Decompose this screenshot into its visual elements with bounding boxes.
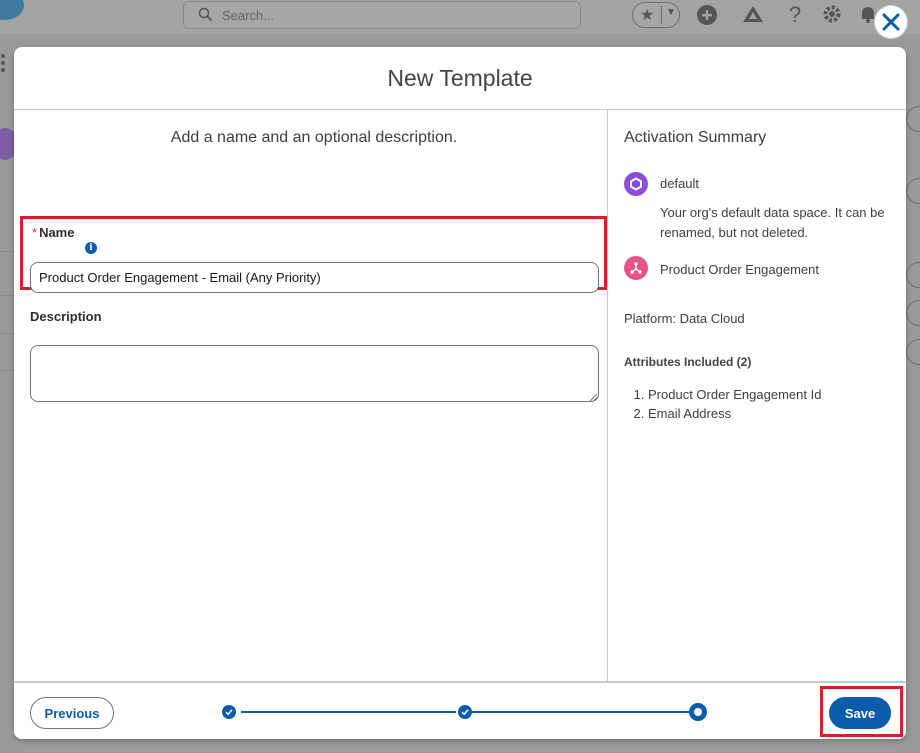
progress-line xyxy=(472,711,690,713)
chevron-down-icon: ▼ xyxy=(666,7,676,18)
app-header: Search... ★ ▼ ? xyxy=(0,0,920,34)
check-icon xyxy=(461,709,469,716)
gear-icon[interactable] xyxy=(822,4,842,24)
add-icon[interactable] xyxy=(696,4,718,26)
modal-header: New Template xyxy=(14,47,906,110)
new-template-modal: New Template Add a name and an optional … xyxy=(14,47,906,739)
name-label: * Name xyxy=(32,225,75,240)
data-space-name: default xyxy=(660,176,700,191)
data-model-icon xyxy=(624,256,648,280)
trailhead-icon[interactable] xyxy=(742,4,764,26)
close-icon xyxy=(882,13,900,31)
list-item: Email Address xyxy=(648,404,821,423)
description-input[interactable] xyxy=(30,345,599,402)
attributes-title: Attributes Included (2) xyxy=(624,355,752,369)
search-icon xyxy=(198,7,212,21)
name-input[interactable] xyxy=(30,262,599,293)
salesforce-logo xyxy=(0,0,24,20)
platform-label: Platform: Data Cloud xyxy=(624,311,745,326)
search-placeholder: Search... xyxy=(222,8,275,23)
data-space-description: Your org's default data space. It can be… xyxy=(660,205,885,240)
modal-title: New Template xyxy=(387,64,533,91)
step-1-complete[interactable] xyxy=(222,705,236,719)
resize-handle-icon[interactable] xyxy=(589,393,597,401)
previous-button[interactable]: Previous xyxy=(30,697,114,729)
close-modal-button[interactable] xyxy=(875,6,907,38)
favorites-button[interactable]: ★ ▼ xyxy=(632,2,680,28)
app-launcher-icon xyxy=(1,54,5,75)
template-form: Add a name and an optional description. … xyxy=(14,110,608,681)
list-item: Product Order Engagement Id xyxy=(648,385,821,404)
attributes-list: Product Order Engagement Id Email Addres… xyxy=(624,385,821,423)
progress-line xyxy=(241,711,456,713)
help-icon[interactable]: ? xyxy=(789,2,801,28)
info-icon[interactable]: i xyxy=(85,242,97,254)
save-button[interactable]: Save xyxy=(829,697,891,729)
activation-summary: Activation Summary default Your org's de… xyxy=(608,110,906,681)
data-space-icon xyxy=(624,172,648,196)
summary-title: Activation Summary xyxy=(624,129,767,146)
global-search[interactable]: Search... xyxy=(183,1,581,29)
description-label: Description xyxy=(30,309,102,324)
step-3-current[interactable] xyxy=(689,703,707,721)
required-marker: * xyxy=(32,225,38,240)
data-model-name: Product Order Engagement xyxy=(660,262,819,277)
modal-footer: Previous Save xyxy=(14,681,906,739)
form-instructions: Add a name and an optional description. xyxy=(170,129,458,146)
check-icon xyxy=(225,709,233,716)
step-2-complete[interactable] xyxy=(458,705,472,719)
star-icon: ★ xyxy=(640,7,655,24)
